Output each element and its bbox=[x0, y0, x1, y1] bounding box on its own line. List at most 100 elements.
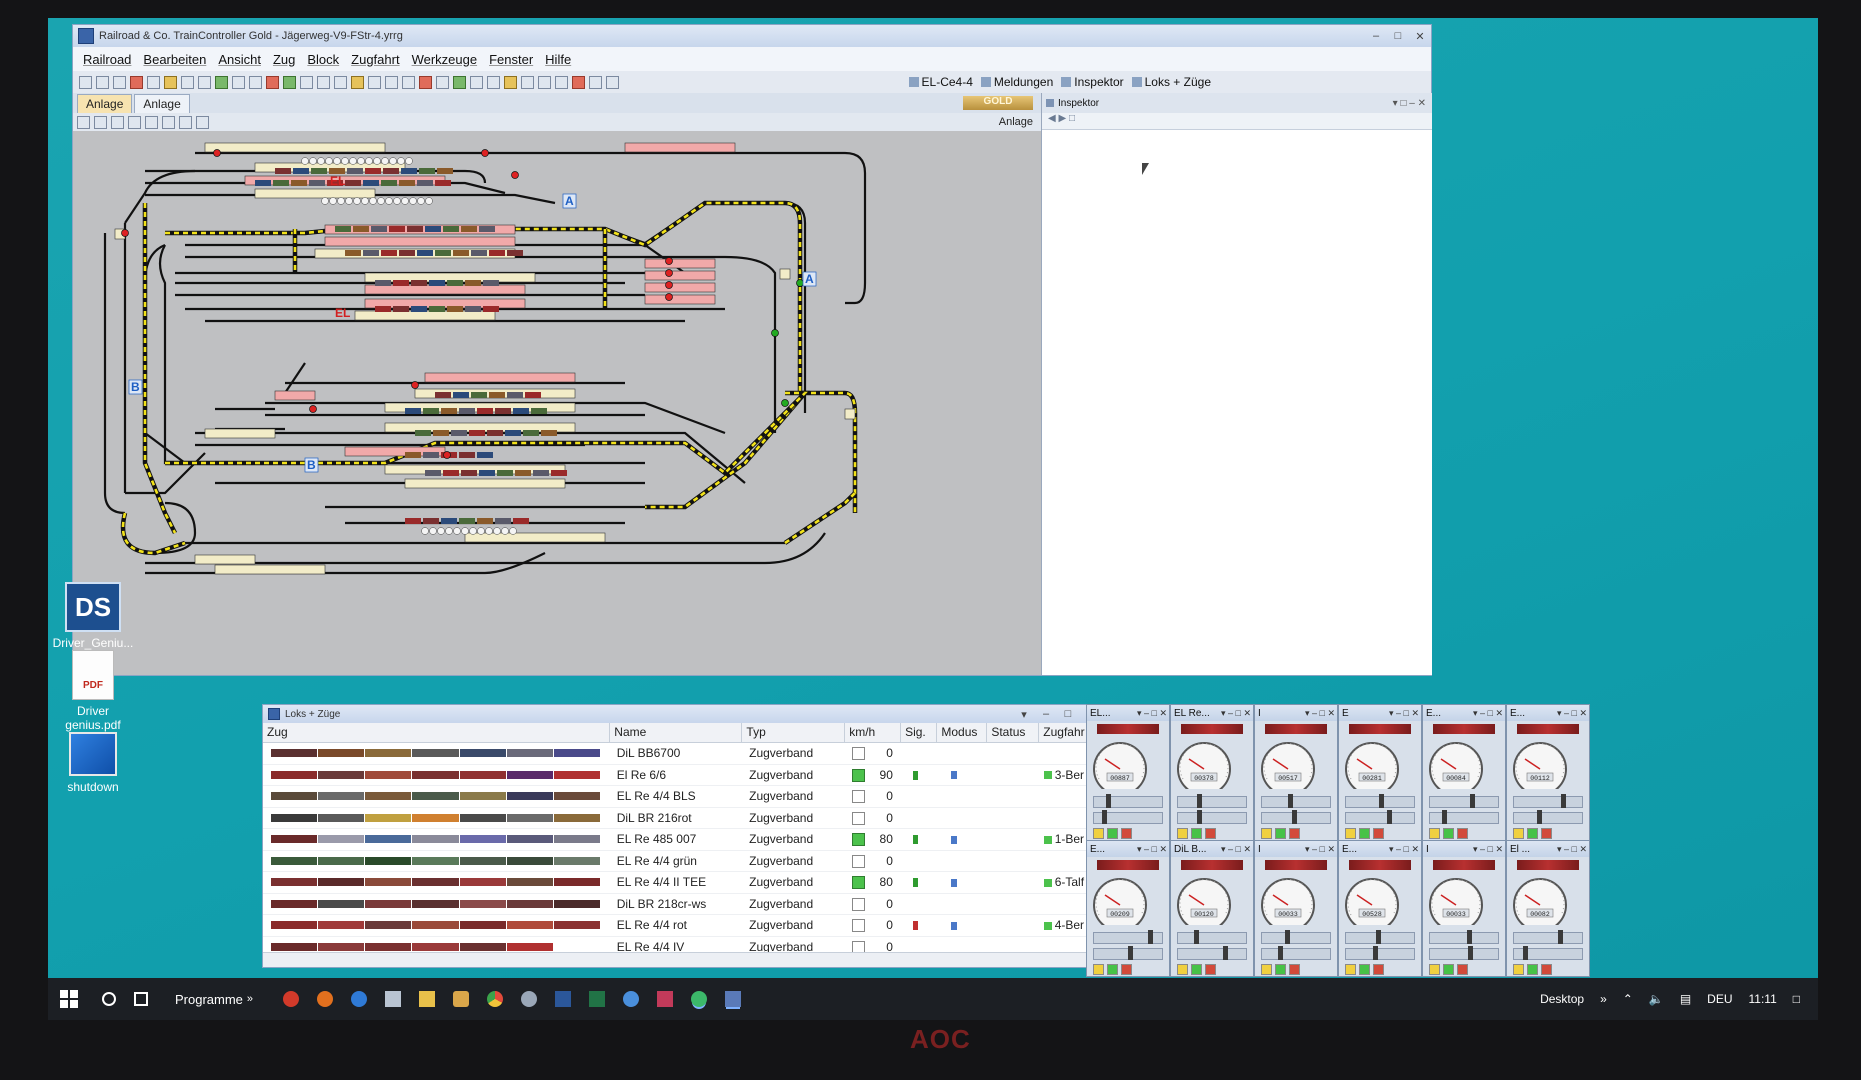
function-icon[interactable] bbox=[1373, 964, 1384, 975]
toolbar-button-icon[interactable] bbox=[181, 75, 194, 89]
search-icon[interactable] bbox=[102, 992, 116, 1006]
throttle-slider[interactable] bbox=[1093, 810, 1163, 824]
cab-title-bar[interactable]: E... ▾ – □ ✕ bbox=[1339, 841, 1421, 857]
function-buttons[interactable] bbox=[1513, 964, 1583, 976]
cab-title-bar[interactable]: EL... ▾ – □ ✕ bbox=[1087, 705, 1169, 721]
speed-slider[interactable] bbox=[1177, 794, 1247, 808]
toolbar-button-icon[interactable] bbox=[419, 75, 432, 89]
toolbar-button-icon[interactable] bbox=[555, 75, 568, 89]
function-buttons[interactable] bbox=[1093, 964, 1163, 976]
minimize-button[interactable]: – bbox=[1035, 708, 1057, 721]
cab-title-bar[interactable]: E... ▾ – □ ✕ bbox=[1087, 841, 1169, 857]
cab-title-bar[interactable]: I ▾ – □ ✕ bbox=[1423, 841, 1505, 857]
toolbar-button-icon[interactable] bbox=[300, 75, 313, 89]
cab-window-controls[interactable]: ▾ – □ ✕ bbox=[1473, 708, 1505, 719]
speed-slider[interactable] bbox=[1093, 930, 1163, 944]
volume-icon[interactable]: 🔈 bbox=[1649, 992, 1664, 1006]
cab-title-bar[interactable]: I ▾ – □ ✕ bbox=[1255, 841, 1337, 857]
track-plan[interactable]: A A B B EL EL bbox=[85, 133, 1033, 669]
title-bar[interactable]: Railroad & Co. TrainController Gold - Jä… bbox=[73, 25, 1431, 47]
toolbar-button-icon[interactable] bbox=[147, 75, 160, 89]
speed-indicator[interactable] bbox=[851, 876, 865, 890]
desktop-icon-driver-genius[interactable]: DS Driver_Geniu... bbox=[48, 582, 138, 650]
cab-window-controls[interactable]: ▾ – □ ✕ bbox=[1305, 844, 1337, 855]
cab-window-controls[interactable]: ▾ – □ ✕ bbox=[1389, 708, 1421, 719]
horizontal-scrollbar[interactable] bbox=[263, 952, 1101, 967]
cab-window-controls[interactable]: ▾ – □ ✕ bbox=[1305, 708, 1337, 719]
function-icon[interactable] bbox=[1527, 828, 1538, 839]
function-icon[interactable] bbox=[1107, 964, 1118, 975]
cab-title-bar[interactable]: El ... ▾ – □ ✕ bbox=[1507, 841, 1589, 857]
toolbar-button-icon[interactable] bbox=[164, 75, 177, 89]
light-icon[interactable] bbox=[1177, 964, 1188, 975]
function-icon[interactable] bbox=[1121, 964, 1132, 975]
function-buttons[interactable] bbox=[1261, 828, 1331, 840]
function-icon[interactable] bbox=[1121, 828, 1132, 839]
toolbar-button-icon[interactable] bbox=[79, 75, 92, 89]
function-buttons[interactable] bbox=[1429, 964, 1499, 976]
function-icon[interactable] bbox=[1107, 828, 1118, 839]
minimize-button[interactable]: – bbox=[1365, 30, 1387, 43]
signal-tool-icon[interactable] bbox=[128, 115, 141, 129]
function-buttons[interactable] bbox=[1345, 828, 1415, 840]
menu-bearbeiten[interactable]: Bearbeiten bbox=[143, 52, 206, 67]
cab-title-bar[interactable]: EL Re... ▾ – □ ✕ bbox=[1171, 705, 1253, 721]
cab-title-bar[interactable]: E ▾ – □ ✕ bbox=[1339, 705, 1421, 721]
toolbar-button-icon[interactable] bbox=[572, 75, 585, 89]
toolbar-button-icon[interactable] bbox=[589, 75, 602, 89]
switch-tool-icon[interactable] bbox=[179, 115, 192, 129]
speed-slider[interactable] bbox=[1513, 794, 1583, 808]
toolbar-button-icon[interactable] bbox=[402, 75, 415, 89]
throttle-slider[interactable] bbox=[1177, 810, 1247, 824]
toolbar-button-icon[interactable] bbox=[215, 75, 228, 89]
throttle-slider[interactable] bbox=[1093, 946, 1163, 960]
table-row[interactable]: EL Re 4/4 grün Zugverband 0 bbox=[263, 850, 1101, 872]
function-icon[interactable] bbox=[1205, 964, 1216, 975]
menu-werkzeuge[interactable]: Werkzeuge bbox=[412, 52, 478, 67]
notification-icon[interactable]: □ bbox=[1793, 992, 1800, 1006]
language-indicator[interactable]: DEU bbox=[1707, 992, 1732, 1006]
inspector-nav[interactable]: ◀ ▶ □ bbox=[1042, 113, 1432, 130]
desktop-icon-shutdown[interactable]: shutdown bbox=[48, 732, 138, 794]
toolbar-button-icon[interactable] bbox=[249, 75, 262, 89]
word-icon[interactable] bbox=[555, 991, 572, 1007]
table-row[interactable]: DiL BR 218cr-ws Zugverband 0 bbox=[263, 893, 1101, 915]
light-icon[interactable] bbox=[1345, 828, 1356, 839]
task-view-icon[interactable] bbox=[134, 992, 148, 1006]
route-tool-icon[interactable] bbox=[162, 115, 175, 129]
text-tool-icon[interactable] bbox=[196, 115, 209, 129]
toolbar-button-icon[interactable] bbox=[453, 75, 466, 89]
menu-block[interactable]: Block bbox=[307, 52, 339, 67]
cab-title-bar[interactable]: I ▾ – □ ✕ bbox=[1255, 705, 1337, 721]
function-icon[interactable] bbox=[1527, 964, 1538, 975]
toolbar-button-icon[interactable] bbox=[487, 75, 500, 89]
toolbar-button-icon[interactable] bbox=[232, 75, 245, 89]
cab-title-bar[interactable]: E... ▾ – □ ✕ bbox=[1507, 705, 1589, 721]
throttle-slider[interactable] bbox=[1261, 946, 1331, 960]
table-row[interactable]: EL Re 4/4 BLS Zugverband 0 bbox=[263, 786, 1101, 808]
light-icon[interactable] bbox=[1261, 964, 1272, 975]
function-icon[interactable] bbox=[1457, 964, 1468, 975]
light-icon[interactable] bbox=[1093, 828, 1104, 839]
maximize-button[interactable]: □ bbox=[1387, 30, 1409, 43]
toolbar-tab-inspektor[interactable]: Inspektor bbox=[1061, 75, 1124, 89]
throttle-slider[interactable] bbox=[1513, 810, 1583, 824]
throttle-slider[interactable] bbox=[1345, 810, 1415, 824]
maximize-button[interactable]: □ bbox=[1057, 708, 1079, 721]
toolbar-button-icon[interactable] bbox=[334, 75, 347, 89]
cab-window-controls[interactable]: ▾ – □ ✕ bbox=[1557, 708, 1589, 719]
function-buttons[interactable] bbox=[1429, 828, 1499, 840]
chrome-browser-icon[interactable] bbox=[487, 991, 504, 1007]
speed-indicator[interactable] bbox=[851, 854, 865, 868]
throttle-slider[interactable] bbox=[1429, 810, 1499, 824]
speed-indicator[interactable] bbox=[851, 790, 865, 804]
connector-app-icon[interactable] bbox=[657, 991, 674, 1007]
excel-icon[interactable] bbox=[589, 991, 606, 1007]
toolbar-button-icon[interactable] bbox=[538, 75, 551, 89]
function-icon[interactable] bbox=[1443, 828, 1454, 839]
speed-indicator[interactable] bbox=[851, 833, 865, 847]
throttle-slider[interactable] bbox=[1513, 946, 1583, 960]
speed-slider[interactable] bbox=[1429, 930, 1499, 944]
menu-zugfahrt[interactable]: Zugfahrt bbox=[351, 52, 399, 67]
function-buttons[interactable] bbox=[1261, 964, 1331, 976]
